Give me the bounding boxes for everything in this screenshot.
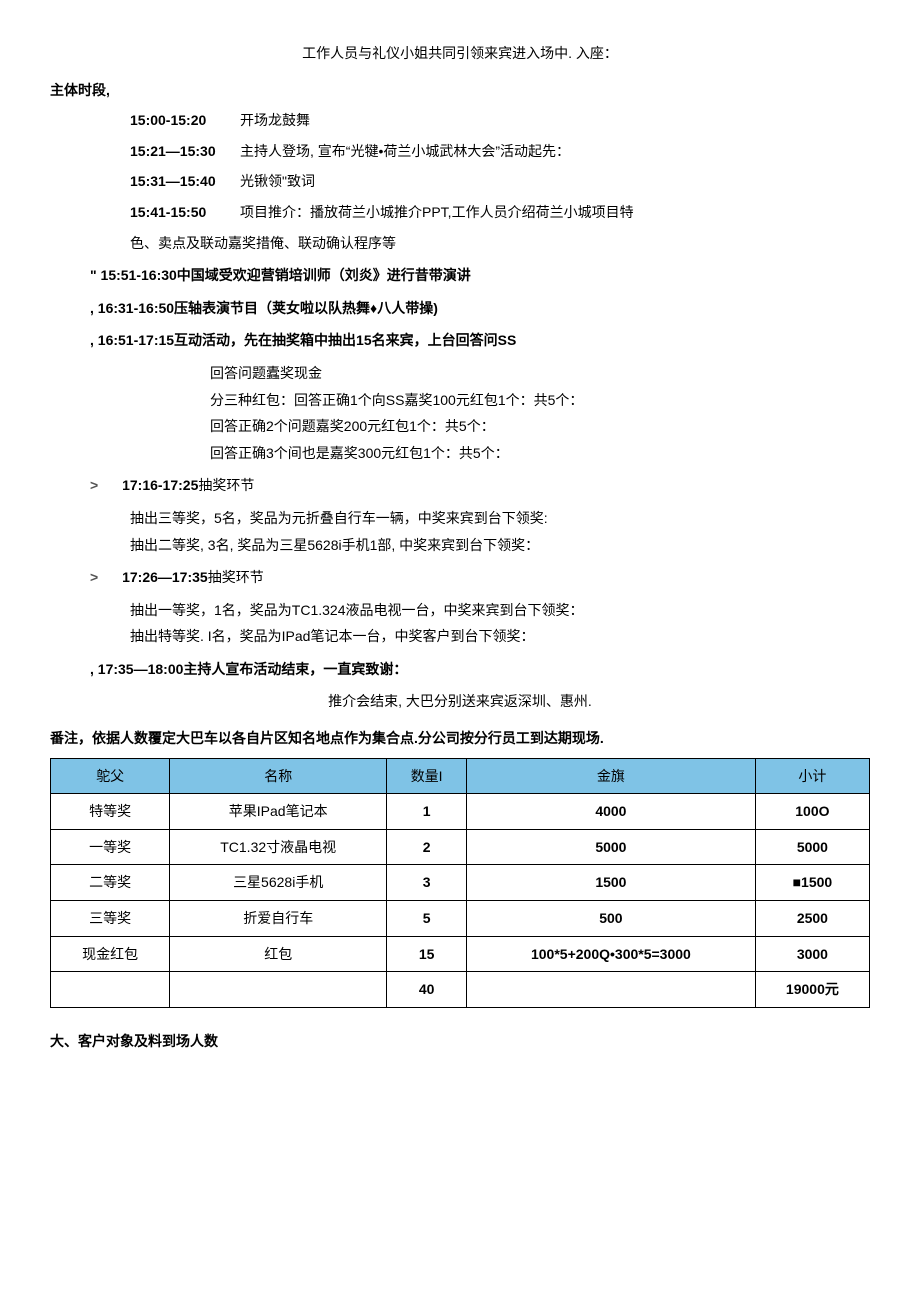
td: 5000 [467, 829, 756, 865]
sched-row: 15:31—15:40 光锹领"致词 [130, 168, 870, 195]
schedule-block: 15:00-15:20 开场龙鼓舞 15:21—15:30 主持人登场, 宣布“… [130, 107, 870, 256]
table-row: 二等奖 三星5628i手机 3 1500 ■1500 [51, 865, 870, 901]
table-header-row: 鸵父 名称 数量I 金旗 小计 [51, 758, 870, 794]
answer-line: 分三种红包：回答正确1个向SS嘉奖100元红包1个：共5个： [210, 387, 870, 414]
td: 100O [755, 794, 869, 830]
bullet-6: , 17:35—18:00主持人宣布活动结束，一直宾致谢： [90, 656, 870, 683]
td: 15 [387, 936, 467, 972]
table-row: 一等奖 TC1.32寸液晶电视 2 5000 5000 [51, 829, 870, 865]
td: 2 [387, 829, 467, 865]
section-title: 主体时段, [50, 77, 870, 104]
td: 1 [387, 794, 467, 830]
arrow-icon: > [90, 477, 98, 493]
prize-line: 抽出特等奖. I名，奖品为IPad笔记本一台，中奖客户到台下领奖： [130, 623, 870, 650]
time: 15:31—15:40 [130, 168, 240, 195]
footer-heading: 大、客户对象及料到场人数 [50, 1028, 870, 1055]
td: 现金红包 [51, 936, 170, 972]
td: 3 [387, 865, 467, 901]
table-row: 三等奖 折爱自行车 5 500 2500 [51, 901, 870, 937]
td: TC1.32寸液晶电视 [170, 829, 387, 865]
td: 红包 [170, 936, 387, 972]
prize-line: 抽出一等奖，1名，奖品为TC1.324液品电视一台，中奖来宾到台下领奖： [130, 597, 870, 624]
label: 抽奖环节 [198, 477, 254, 493]
th: 鸵父 [51, 758, 170, 794]
td: 一等奖 [51, 829, 170, 865]
td: 5 [387, 901, 467, 937]
th: 数量I [387, 758, 467, 794]
bullet-4: > 17:16-17:25抽奖环节 [90, 472, 870, 499]
prize-table: 鸵父 名称 数量I 金旗 小计 特等奖 苹果IPad笔记本 1 4000 100… [50, 758, 870, 1008]
time: 15:41-15:50 [130, 199, 240, 226]
note-text: 番注，依据人数覆定大巴车以各自片区知名地点作为集合点.分公司按分行员工到达期现场… [50, 725, 870, 752]
td [170, 972, 387, 1008]
table-total-row: 40 19000元 [51, 972, 870, 1008]
th: 名称 [170, 758, 387, 794]
td: 3000 [755, 936, 869, 972]
time: 15:21—15:30 [130, 138, 240, 165]
bullet-2: , 16:31-16:50压轴表演节目（荚女啦以队热舞♦八人带操) [90, 295, 870, 322]
sched-row: 15:00-15:20 开场龙鼓舞 [130, 107, 870, 134]
prize-line: 抽出二等奖, 3名, 奖品为三星5628i手机1部, 中奖来宾到台下领奖： [130, 532, 870, 559]
td: 500 [467, 901, 756, 937]
arrow-icon: > [90, 569, 98, 585]
desc: 主持人登场, 宣布“光犍•荷兰小城武林大会”活动起先： [240, 138, 570, 165]
bullet-3: , 16:51-17:15互动活动，先在抽奖箱中抽出15名来宾，上台回答问SS [90, 327, 870, 354]
td [467, 972, 756, 1008]
td: 4000 [467, 794, 756, 830]
sched-row: 15:41-15:50 项目推介：播放荷兰小城推介PPT,工作人员介绍荷兰小城项… [130, 199, 870, 226]
desc: 项目推介：播放荷兰小城推介PPT,工作人员介绍荷兰小城项目特 [240, 199, 634, 226]
td: 5000 [755, 829, 869, 865]
td: 折爱自行车 [170, 901, 387, 937]
td: 苹果IPad笔记本 [170, 794, 387, 830]
bullet-1: " 15:51-16:30中国域受欢迎营销培训师（刘炎》进行昔带演讲 [90, 262, 870, 289]
td: 特等奖 [51, 794, 170, 830]
sched-continuation: 色、卖点及联动嘉奖措俺、联动确认程序等 [130, 230, 870, 257]
answer-line: 回答正确3个间也是嘉奖300元红包1个：共5个： [210, 440, 870, 467]
intro-text: 工作人员与礼仪小姐共同引领来宾进入场中. 入座： [50, 40, 870, 67]
answer-line: 回答正确2个问题嘉奖200元红包1个：共5个： [210, 413, 870, 440]
td: 1500 [467, 865, 756, 901]
td: 2500 [755, 901, 869, 937]
closing-text: 推介会结束, 大巴分别送来宾返深圳、惠州. [50, 688, 870, 715]
time: 15:00-15:20 [130, 107, 240, 134]
answer-line: 回答问题蠹奖现金 [210, 360, 870, 387]
table-row: 现金红包 红包 15 100*5+200Q•300*5=3000 3000 [51, 936, 870, 972]
label: 抽奖环节 [208, 569, 264, 585]
td: 40 [387, 972, 467, 1008]
td: 三星5628i手机 [170, 865, 387, 901]
td: 19000元 [755, 972, 869, 1008]
sched-row: 15:21—15:30 主持人登场, 宣布“光犍•荷兰小城武林大会”活动起先： [130, 138, 870, 165]
td: ■1500 [755, 865, 869, 901]
bullet-5: > 17:26—17:35抽奖环节 [90, 564, 870, 591]
td: 三等奖 [51, 901, 170, 937]
td [51, 972, 170, 1008]
prize-line: 抽出三等奖，5名，奖品为元折叠自行车一辆，中奖来宾到台下领奖: [130, 505, 870, 532]
desc: 光锹领"致词 [240, 168, 315, 195]
desc: 开场龙鼓舞 [240, 107, 310, 134]
table-row: 特等奖 苹果IPad笔记本 1 4000 100O [51, 794, 870, 830]
td: 二等奖 [51, 865, 170, 901]
time-label: 17:26—17:35 [122, 569, 208, 585]
time-label: 17:16-17:25 [122, 477, 198, 493]
th: 小计 [755, 758, 869, 794]
td: 100*5+200Q•300*5=3000 [467, 936, 756, 972]
th: 金旗 [467, 758, 756, 794]
